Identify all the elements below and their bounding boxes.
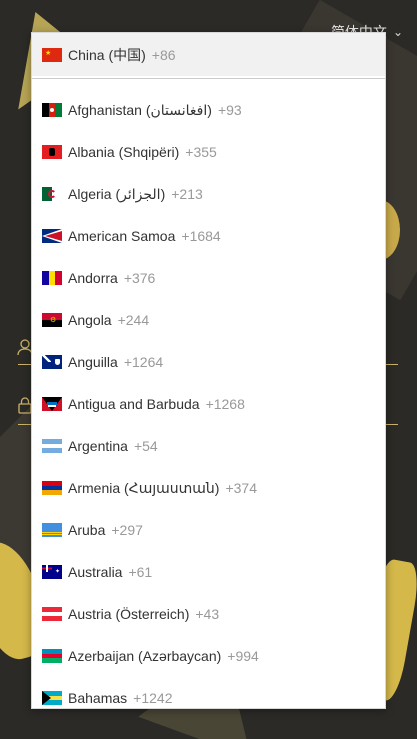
- country-option-aw[interactable]: Aruba +297: [32, 509, 385, 551]
- dial-code: +1264: [123, 354, 164, 370]
- country-name: China (中国): [68, 46, 146, 63]
- country-name: Andorra: [68, 270, 118, 286]
- dial-code: +86: [151, 46, 176, 63]
- dial-code: +1684: [181, 228, 221, 244]
- flag-am-icon: [42, 481, 62, 495]
- flag-ad-icon: [42, 271, 62, 285]
- flag-at-icon: [42, 607, 62, 621]
- dial-code: +244: [117, 312, 150, 328]
- dial-code: +1268: [205, 396, 245, 412]
- country-option-as[interactable]: American Samoa +1684: [32, 215, 385, 257]
- country-option-ag[interactable]: Antigua and Barbuda +1268: [32, 383, 385, 425]
- country-option-cn[interactable]: ★ China (中国) +86: [32, 33, 385, 76]
- flag-al-icon: [42, 145, 62, 159]
- country-option-at[interactable]: Austria (Österreich) +43: [32, 593, 385, 635]
- dial-code: +54: [133, 438, 158, 454]
- country-option-am[interactable]: Armenia (Հայաստան) +374: [32, 467, 385, 509]
- preferred-country-list: ★ China (中国) +86: [32, 33, 385, 76]
- country-option-ao[interactable]: ⚙ Angola +244: [32, 299, 385, 341]
- dial-code: +297: [111, 522, 143, 538]
- country-name: Bahamas: [68, 690, 128, 706]
- country-option-af[interactable]: Afghanistan (افغانستان‎) +93: [32, 89, 385, 131]
- country-option-bs[interactable]: Bahamas +1242: [32, 677, 385, 708]
- country-name: Antigua and Barbuda: [68, 396, 200, 412]
- dial-code: +376: [123, 270, 156, 286]
- country-option-az[interactable]: Azerbaijan (Azərbaycan) +994: [32, 635, 385, 677]
- dial-code: +93: [217, 102, 242, 118]
- dial-code: +355: [185, 144, 217, 160]
- flag-ar-icon: [42, 439, 62, 453]
- flag-ai-icon: [42, 355, 62, 369]
- dropdown-divider: [32, 78, 385, 79]
- flag-cn-icon: ★: [42, 47, 62, 62]
- country-code-dropdown[interactable]: ★ China (中国) +86 Afghanistan (افغانستان‎) +…: [31, 32, 386, 709]
- flag-dz-icon: [42, 187, 62, 201]
- dial-code: +1242: [133, 690, 173, 706]
- country-option-ar[interactable]: Argentina +54: [32, 425, 385, 467]
- chevron-down-icon: ⌄: [392, 25, 403, 39]
- flag-aw-icon: [42, 523, 62, 537]
- dial-code: +374: [225, 480, 258, 496]
- country-name: Azerbaijan (Azərbaycan): [68, 648, 222, 664]
- country-name: Albania (Shqipëri): [68, 144, 180, 160]
- country-list: Afghanistan (افغانستان‎) +93 Albania (Shqi…: [32, 89, 385, 708]
- dial-code: +61: [128, 564, 153, 580]
- flag-ag-icon: [42, 397, 62, 411]
- country-option-ai[interactable]: Anguilla +1264: [32, 341, 385, 383]
- country-name: Argentina: [68, 438, 128, 454]
- country-name: Armenia (Հայաստան): [68, 479, 220, 496]
- flag-bs-icon: [42, 691, 62, 705]
- flag-af-icon: [42, 103, 62, 117]
- country-name: Anguilla: [68, 354, 118, 370]
- dial-code: +994: [227, 648, 259, 664]
- dial-code: +213: [171, 186, 203, 202]
- country-name: Aruba: [68, 522, 106, 538]
- flag-ao-icon: ⚙: [42, 313, 62, 327]
- dial-code: +43: [195, 606, 220, 622]
- flag-au-icon: ✦: [42, 565, 62, 579]
- country-name: Austria (Österreich): [68, 606, 190, 622]
- country-name: Algeria (‫الجزائر‬‎): [68, 185, 166, 202]
- country-name: American Samoa: [68, 228, 176, 244]
- country-option-al[interactable]: Albania (Shqipëri) +355: [32, 131, 385, 173]
- country-option-ad[interactable]: Andorra +376: [32, 257, 385, 299]
- country-option-au[interactable]: ✦ Australia +61: [32, 551, 385, 593]
- flag-as-icon: [42, 229, 62, 243]
- flag-az-icon: [42, 649, 62, 663]
- country-name: Afghanistan (افغانستان‎): [68, 101, 212, 118]
- country-name: Angola: [68, 312, 112, 328]
- country-option-dz[interactable]: Algeria (‫الجزائر‬‎) +213: [32, 173, 385, 215]
- country-name: Australia: [68, 564, 123, 580]
